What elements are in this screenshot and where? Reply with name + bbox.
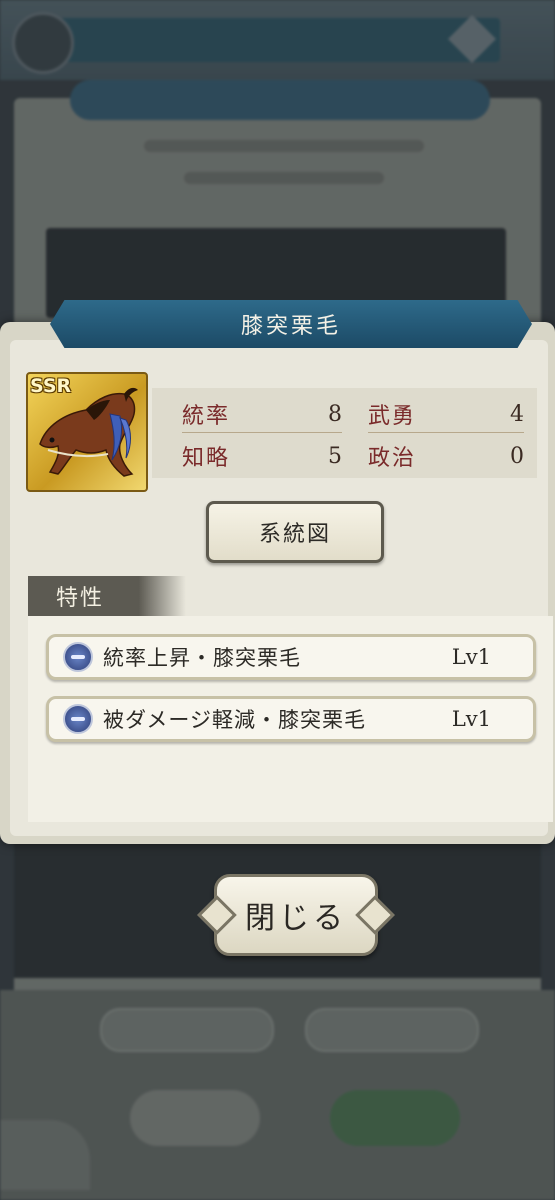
- stat-label: 統率: [182, 404, 231, 429]
- stat-value: 8: [328, 401, 342, 427]
- stat-value: 4: [510, 401, 524, 427]
- trait-item[interactable]: 統率上昇・膝突栗毛 Lv1: [46, 634, 536, 680]
- stat-intellect: 知略 5: [182, 438, 342, 474]
- close-button[interactable]: 閉じる: [214, 874, 378, 956]
- trait-icon: [63, 642, 93, 672]
- stat-value: 0: [510, 443, 524, 469]
- rarity-badge: SSR: [30, 375, 72, 397]
- trait-name: 被ダメージ軽減・膝突栗毛: [103, 708, 366, 732]
- trait-icon: [63, 704, 93, 734]
- stat-politics: 政治 0: [368, 438, 524, 474]
- stat-value: 5: [328, 443, 342, 469]
- trait-item[interactable]: 被ダメージ軽減・膝突栗毛 Lv1: [46, 696, 536, 742]
- stat-label: 武勇: [368, 404, 417, 429]
- lineage-button[interactable]: 系統図: [206, 501, 384, 563]
- traits-header: 特性: [28, 576, 186, 616]
- stats-panel: 統率 8 武勇 4 知略 5 政治 0: [152, 388, 537, 478]
- stat-label: 知略: [182, 446, 231, 471]
- trait-level: Lv1: [451, 707, 491, 731]
- stat-valor: 武勇 4: [368, 396, 524, 433]
- horse-portrait[interactable]: SSR: [26, 372, 148, 492]
- trait-name: 統率上昇・膝突栗毛: [103, 646, 301, 670]
- stat-label: 政治: [368, 446, 417, 471]
- title-banner: 膝突栗毛: [50, 300, 532, 348]
- trait-level: Lv1: [451, 645, 491, 669]
- stat-leadership: 統率 8: [182, 396, 342, 433]
- dialog-title: 膝突栗毛: [240, 314, 341, 339]
